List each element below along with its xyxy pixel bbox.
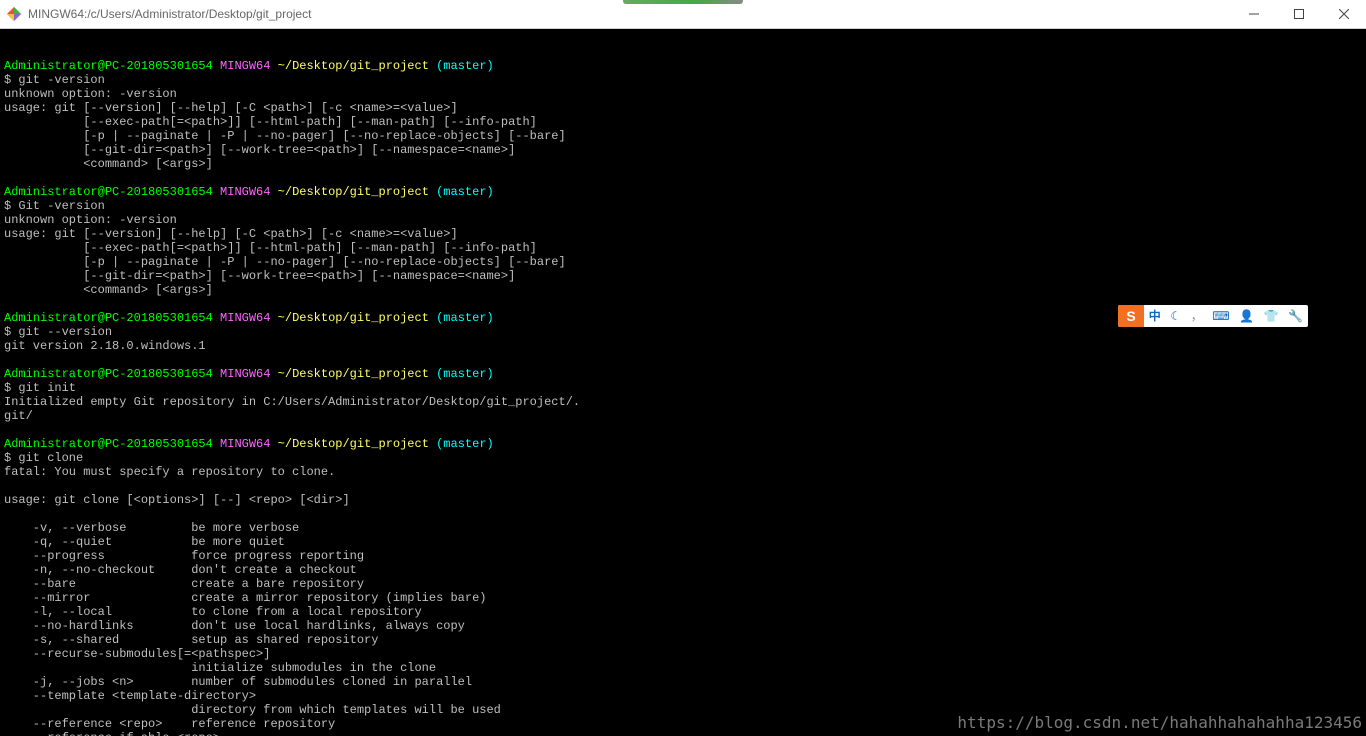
- window-title: MINGW64:/c/Users/Administrator/Desktop/g…: [28, 7, 1231, 21]
- title-bar: MINGW64:/c/Users/Administrator/Desktop/g…: [0, 0, 1366, 29]
- prompt-sys: MINGW64: [220, 59, 270, 73]
- maximize-button[interactable]: [1276, 0, 1321, 28]
- ime-punct-icon[interactable]: ，: [1191, 309, 1203, 323]
- line: Administrator@PC-201805301654 MINGW64 ~/…: [4, 311, 494, 325]
- window-buttons: [1231, 0, 1366, 28]
- watermark: https://blog.csdn.net/hahahhahahahha1234…: [957, 716, 1362, 730]
- ime-lang-icon[interactable]: 中: [1149, 309, 1161, 323]
- window: MINGW64:/c/Users/Administrator/Desktop/g…: [0, 0, 1366, 736]
- minimize-button[interactable]: [1231, 0, 1276, 28]
- out: [--git-dir=<path>] [--work-tree=<path>] …: [4, 143, 515, 157]
- out: -j, --jobs <n> number of submodules clon…: [4, 675, 472, 689]
- out: [--exec-path[=<path>]] [--html-path] [--…: [4, 241, 537, 255]
- line: Administrator@PC-201805301654 MINGW64 ~/…: [4, 59, 494, 73]
- cmd: $ git --version: [4, 325, 112, 339]
- out: --no-hardlinks don't use local hardlinks…: [4, 619, 465, 633]
- out: --reference <repo> reference repository: [4, 717, 335, 731]
- out: --bare create a bare repository: [4, 577, 364, 591]
- out: git/: [4, 409, 33, 423]
- out: -q, --quiet be more quiet: [4, 535, 285, 549]
- line: Administrator@PC-201805301654 MINGW64 ~/…: [4, 367, 494, 381]
- out: <command> [<args>]: [4, 283, 213, 297]
- out: Initialized empty Git repository in C:/U…: [4, 395, 580, 409]
- prompt-branch: (master): [436, 59, 494, 73]
- ime-moon-icon[interactable]: ☾: [1170, 309, 1181, 323]
- out: git version 2.18.0.windows.1: [4, 339, 206, 353]
- out: -v, --verbose be more verbose: [4, 521, 299, 535]
- out: --template <template-directory>: [4, 689, 256, 703]
- terminal[interactable]: Administrator@PC-201805301654 MINGW64 ~/…: [0, 29, 1366, 736]
- line: Administrator@PC-201805301654 MINGW64 ~/…: [4, 437, 494, 451]
- out: -s, --shared setup as shared repository: [4, 633, 378, 647]
- out: --progress force progress reporting: [4, 549, 364, 563]
- out: [--exec-path[=<path>]] [--html-path] [--…: [4, 115, 537, 129]
- cmd: $ git init: [4, 381, 76, 395]
- cmd: $ git clone: [4, 451, 83, 465]
- ime-tool-icon[interactable]: 🔧: [1288, 309, 1303, 323]
- cmd: $ Git -version: [4, 199, 105, 213]
- out: usage: git clone [<options>] [--] <repo>…: [4, 493, 350, 507]
- out: initialize submodules in the clone: [4, 661, 436, 675]
- out: [-p | --paginate | -P | --no-pager] [--n…: [4, 129, 566, 143]
- ime-skin-icon[interactable]: 👕: [1264, 309, 1279, 323]
- close-button[interactable]: [1321, 0, 1366, 28]
- app-icon: [6, 6, 22, 22]
- out: --recurse-submodules[=<pathspec>]: [4, 647, 270, 661]
- out: <command> [<args>]: [4, 157, 213, 171]
- out: directory from which templates will be u…: [4, 703, 501, 717]
- out: [-p | --paginate | -P | --no-pager] [--n…: [4, 255, 566, 269]
- tab-indicator: [623, 0, 743, 4]
- ime-keyboard-icon[interactable]: ⌨: [1212, 309, 1229, 323]
- out: -n, --no-checkout don't create a checkou…: [4, 563, 357, 577]
- ime-toolbar[interactable]: S 中 ☾ ， ⌨ 👤 👕 🔧: [1118, 305, 1308, 327]
- out: --mirror create a mirror repository (imp…: [4, 591, 486, 605]
- out: fatal: You must specify a repository to …: [4, 465, 335, 479]
- out: usage: git [--version] [--help] [-C <pat…: [4, 101, 458, 115]
- out: -l, --local to clone from a local reposi…: [4, 605, 422, 619]
- line: Administrator@PC-201805301654 MINGW64 ~/…: [4, 185, 494, 199]
- out: usage: git [--version] [--help] [-C <pat…: [4, 227, 458, 241]
- out: --reference-if-able <repo>: [4, 731, 220, 736]
- prompt-userhost: Administrator@PC-201805301654: [4, 59, 213, 73]
- sogou-logo[interactable]: S: [1118, 305, 1144, 327]
- cmd: $ git -version: [4, 73, 105, 87]
- out: unknown option: -version: [4, 87, 177, 101]
- out: [--git-dir=<path>] [--work-tree=<path>] …: [4, 269, 515, 283]
- ime-icons: 中 ☾ ， ⌨ 👤 👕 🔧: [1144, 309, 1308, 323]
- prompt-path: ~/Desktop/git_project: [278, 59, 429, 73]
- ime-user-icon[interactable]: 👤: [1239, 309, 1254, 323]
- out: unknown option: -version: [4, 213, 177, 227]
